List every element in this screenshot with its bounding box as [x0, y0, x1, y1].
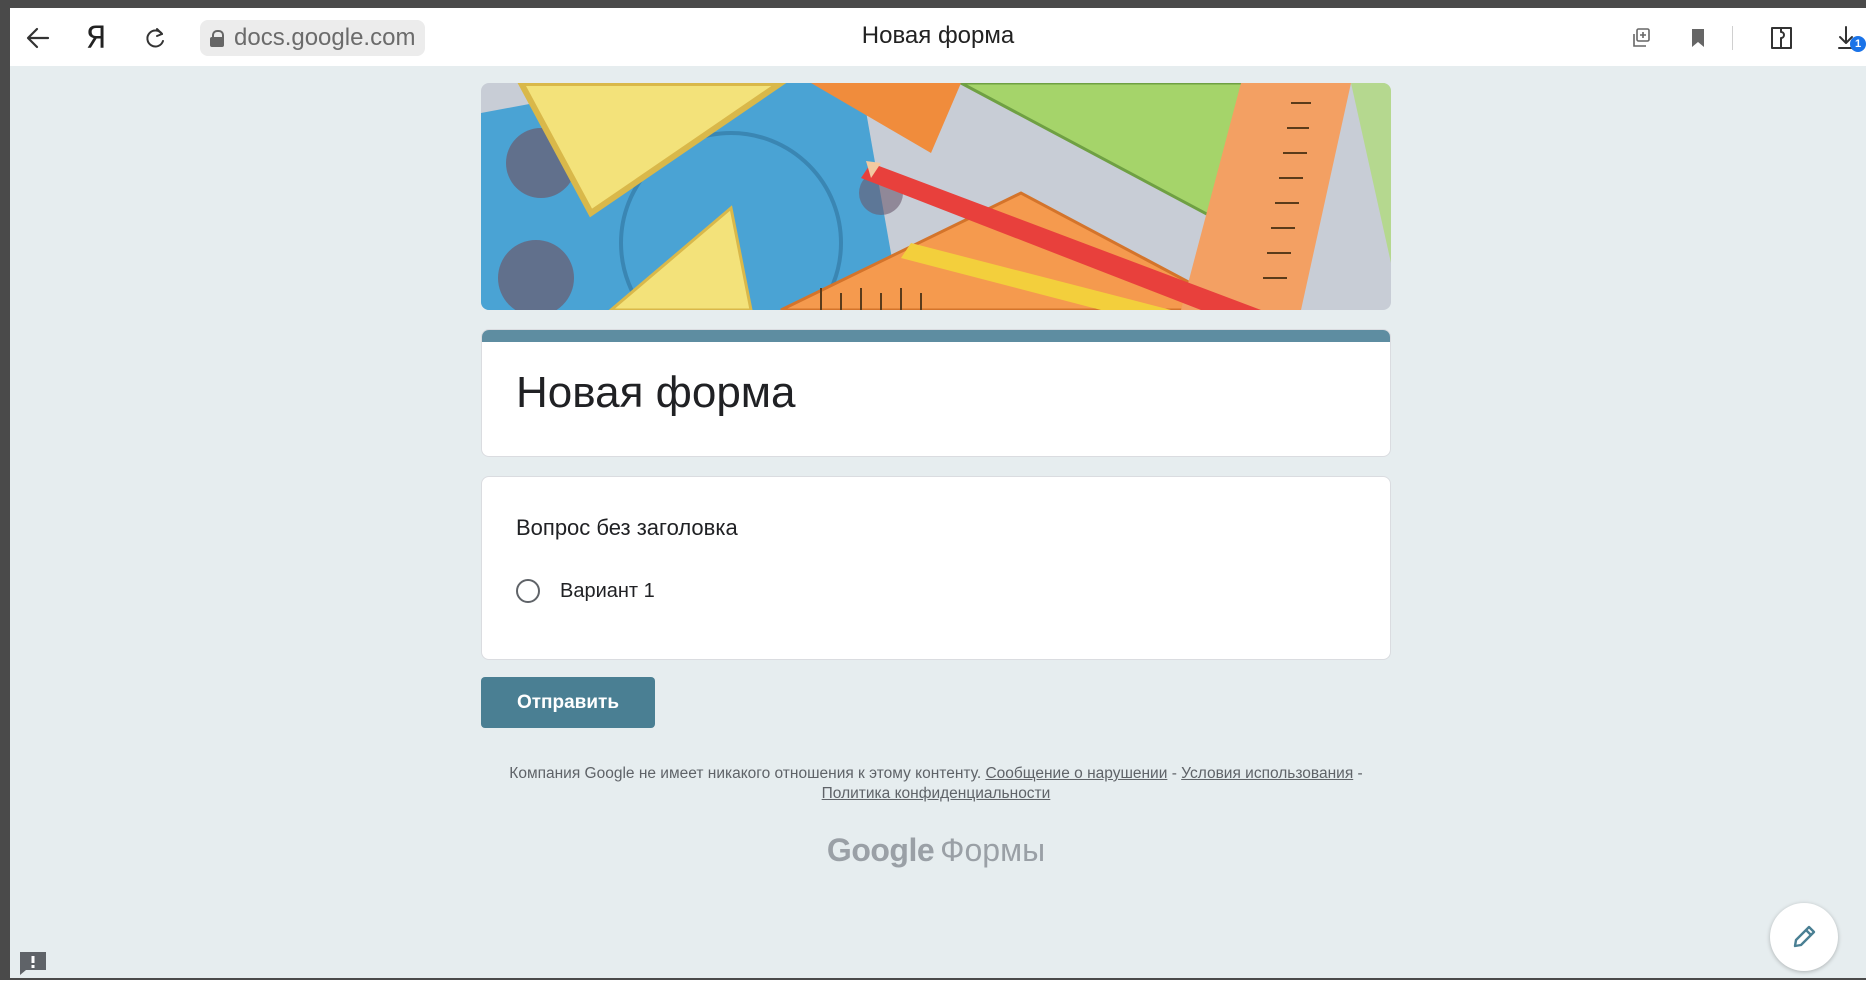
form-title: Новая форма — [516, 368, 796, 417]
bookmark-icon[interactable] — [1682, 22, 1714, 54]
submit-button[interactable]: Отправить — [481, 677, 655, 728]
report-abuse-link[interactable]: Сообщение о нарушении — [985, 765, 1167, 782]
google-wordmark: Google — [826, 832, 935, 868]
window-frame-left — [0, 0, 10, 980]
toolbar-divider — [1732, 26, 1733, 50]
footer-separator: - — [1171, 765, 1177, 782]
footer-disclaimer: Компания Google не имеет никакого отноше… — [481, 764, 1391, 804]
header-image — [481, 83, 1391, 310]
question-title: Вопрос без заголовка — [516, 515, 738, 540]
copy-icon[interactable] — [1625, 22, 1657, 54]
tab-title: Новая форма — [861, 22, 1015, 49]
radio-option[interactable]: Вариант 1 — [516, 579, 655, 603]
accent-stripe — [482, 330, 1390, 342]
radio-button[interactable] — [516, 579, 540, 603]
edit-pencil-icon[interactable] — [1770, 903, 1838, 971]
question-card: Вопрос без заголовка Вариант 1 — [481, 476, 1391, 660]
window-frame-top — [0, 0, 1866, 8]
google-forms-logo[interactable]: Google Формы — [481, 832, 1391, 869]
disclaimer-text: Компания Google не имеет никакого отноше… — [509, 765, 982, 782]
download-icon[interactable]: 1 — [1830, 22, 1866, 54]
footer-separator: - — [1357, 765, 1363, 782]
report-problem-icon[interactable] — [18, 950, 48, 976]
radio-option-label: Вариант 1 — [560, 579, 655, 602]
download-count-badge: 1 — [1850, 36, 1866, 52]
terms-link[interactable]: Условия использования — [1181, 765, 1353, 782]
form-page: Новая форма Вопрос без заголовка Вариант… — [10, 66, 1866, 980]
form-title-card: Новая форма — [481, 329, 1391, 457]
browser-toolbar: Я docs.google.com Новая форма 1 — [10, 8, 1866, 67]
privacy-link[interactable]: Политика конфиденциальности — [822, 785, 1051, 802]
extensions-icon[interactable] — [1762, 22, 1802, 54]
forms-wordmark: Формы — [940, 832, 1046, 868]
